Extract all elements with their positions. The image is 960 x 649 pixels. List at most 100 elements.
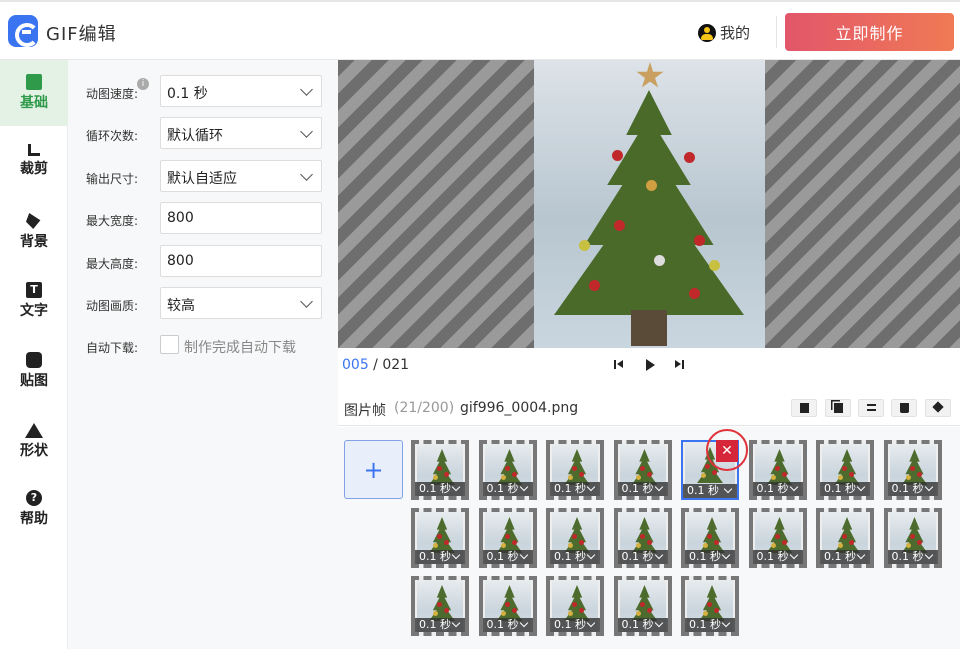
max-width-input[interactable]: 800 — [160, 202, 322, 234]
nav-item-crop[interactable]: 裁剪 — [0, 130, 68, 196]
quality-select[interactable]: 较高 — [160, 287, 322, 319]
frame-thumbnail[interactable]: 0.1 秒 — [681, 576, 739, 636]
ornament — [909, 466, 915, 471]
ornament — [684, 152, 695, 163]
frame-duration-select[interactable]: 0.1 秒 — [550, 482, 600, 496]
make-now-button[interactable]: 立即制作 — [785, 13, 954, 51]
app-logo-icon — [8, 15, 39, 47]
frame-thumbnail[interactable]: 0.1 秒 — [613, 508, 672, 568]
frame-duration-select[interactable]: 0.1 秒 — [482, 618, 533, 632]
ornament — [579, 240, 590, 251]
frame-thumbnail[interactable]: 0.1 秒 — [411, 508, 469, 568]
app-title: GIF编辑 — [46, 24, 117, 45]
ornament — [572, 602, 577, 607]
frame-thumbnail[interactable]: 0.1 秒 — [546, 440, 604, 500]
auto-download-checkbox-label[interactable]: 制作完成自动下载 — [184, 337, 296, 357]
frame-thumbnail[interactable]: 0.1 秒 — [546, 576, 604, 636]
reverse-frames-button[interactable] — [858, 399, 884, 417]
loop-select[interactable]: 默认循环 — [160, 117, 322, 149]
nav-label: 帮助 — [20, 511, 48, 527]
insert-frame-button[interactable] — [791, 399, 817, 417]
speed-select[interactable]: 0.1 秒 — [160, 75, 322, 107]
folder-icon — [26, 74, 42, 90]
eraser-icon — [932, 401, 944, 413]
frame-thumbnail[interactable]: 0.1 秒 — [546, 508, 604, 568]
frame-duration-select[interactable]: 0.1 秒 — [415, 618, 465, 632]
frame-thumbnail[interactable]: 0.1 秒 — [478, 508, 537, 568]
quality-row: 动图画质: 较高 — [68, 287, 338, 321]
ornament — [437, 466, 442, 471]
frame-duration-select[interactable]: 0.1 秒 — [482, 482, 533, 496]
speed-row: 动图速度: i 0.1 秒 — [68, 75, 338, 109]
frame-thumbnail[interactable]: 0.1 秒 — [411, 576, 469, 636]
frame-duration-select[interactable]: 0.1 秒 — [550, 618, 600, 632]
ornament — [504, 466, 510, 471]
trash-icon — [900, 403, 909, 413]
frame-duration-select[interactable]: 0.1 秒 — [685, 618, 735, 632]
frame-duration-select[interactable]: 0.1 秒 — [685, 550, 735, 564]
frame-thumbnail[interactable]: 0.1 秒 — [478, 440, 537, 500]
nav-item-sticker[interactable]: 贴图 — [0, 338, 68, 404]
frame-thumbnail[interactable]: 0.1 秒 — [748, 508, 807, 568]
auto-download-checkbox[interactable] — [160, 335, 179, 354]
frame-thumbnail[interactable]: 0.1 秒 — [883, 508, 942, 568]
frame-thumbnail[interactable]: 0.1 秒 — [681, 508, 739, 568]
frame-duration-select[interactable]: 0.1 秒 — [617, 482, 668, 496]
frame-duration-select[interactable]: 0.1 秒 — [617, 550, 668, 564]
frame-thumbnail[interactable]: 0.1 秒 — [816, 440, 874, 500]
star-icon — [636, 62, 664, 88]
ornament — [909, 534, 915, 539]
duplicate-frame-button[interactable] — [825, 399, 851, 417]
size-select[interactable]: 默认自适应 — [160, 160, 322, 192]
nav-item-text[interactable]: T 文字 — [0, 268, 68, 334]
nav-item-background[interactable]: 背景 — [0, 199, 68, 265]
frame-thumbnail[interactable]: 0.1 秒 — [816, 508, 874, 568]
frame-thumbnail[interactable]: 0.1 秒 — [613, 576, 672, 636]
frame-thumbnail[interactable]: 0.1 秒 — [411, 440, 469, 500]
frame-duration-select[interactable]: 0.1 秒 — [752, 550, 803, 564]
frame-duration-select[interactable]: 0.1 秒 — [887, 550, 938, 564]
clear-frames-button[interactable] — [925, 399, 951, 417]
play-button[interactable] — [643, 358, 657, 372]
frame-duration-select[interactable]: 0.1 秒 — [550, 550, 600, 564]
size-label: 输出尺寸: — [86, 172, 139, 186]
app-header: GIF编辑 我的 立即制作 — [0, 0, 960, 60]
max-height-label: 最大高度: — [86, 257, 139, 271]
remove-frame-button[interactable]: ✕ — [716, 440, 738, 462]
frame-duration-select[interactable]: 0.1 秒 — [415, 482, 465, 496]
frame-thumbnail[interactable]: 0.1 秒 — [883, 440, 942, 500]
ornament — [694, 235, 705, 246]
frame-duration-select[interactable]: 0.1 秒 — [820, 482, 870, 496]
max-height-input[interactable]: 800 — [160, 245, 322, 277]
frame-duration-select[interactable]: 0.1 秒 — [683, 484, 737, 498]
user-menu-button[interactable]: 我的 — [698, 22, 750, 43]
text-icon: T — [26, 282, 42, 298]
ornament — [842, 534, 847, 539]
frame-thumbnail[interactable]: 0.1 秒 — [748, 440, 807, 500]
triangle-icon — [25, 423, 43, 438]
info-icon[interactable]: i — [137, 78, 149, 90]
ornament — [437, 602, 442, 607]
frame-thumbnail[interactable]: 0.1 秒 — [478, 576, 537, 636]
previous-frame-button[interactable] — [612, 358, 626, 372]
max-height-row: 最大高度: 800 — [68, 245, 338, 279]
frame-duration-select[interactable]: 0.1 秒 — [752, 482, 803, 496]
frame-duration-select[interactable]: 0.1 秒 — [617, 618, 668, 632]
ornament — [572, 534, 577, 539]
frame-duration-select[interactable]: 0.1 秒 — [482, 550, 533, 564]
frame-duration-select[interactable]: 0.1 秒 — [415, 550, 465, 564]
delete-frame-button[interactable] — [891, 399, 917, 417]
ornament — [707, 602, 712, 607]
christmas-tree-image — [554, 90, 744, 315]
frame-thumbnail[interactable]: 0.1 秒 — [613, 440, 672, 500]
ornament — [705, 464, 710, 469]
ornament — [774, 466, 780, 471]
ornament — [504, 602, 510, 607]
add-frame-button[interactable]: + — [344, 440, 403, 499]
frame-duration-select[interactable]: 0.1 秒 — [820, 550, 870, 564]
next-frame-button[interactable] — [673, 358, 687, 372]
nav-item-help[interactable]: ? 帮助 — [0, 476, 68, 542]
frame-duration-select[interactable]: 0.1 秒 — [887, 482, 938, 496]
nav-item-shape[interactable]: 形状 — [0, 407, 68, 473]
nav-item-basic[interactable]: 基础 — [0, 60, 68, 126]
